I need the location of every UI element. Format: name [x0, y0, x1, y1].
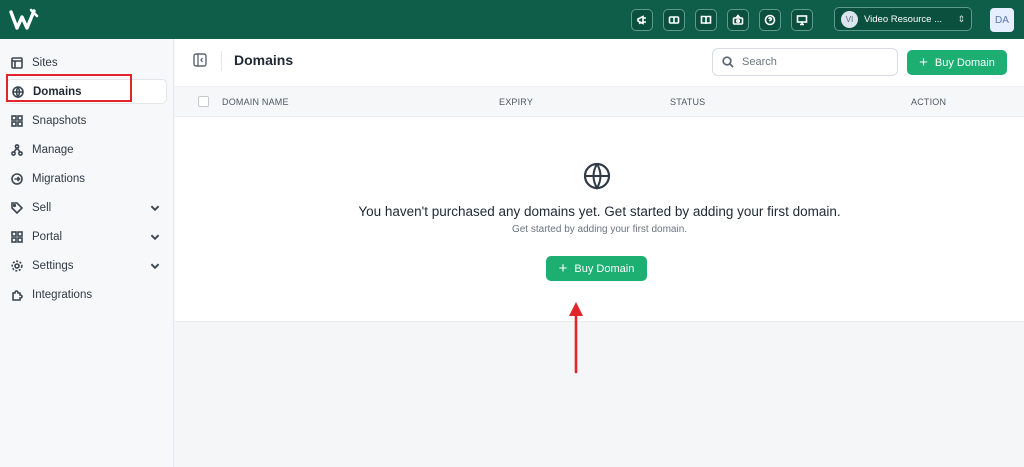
sidebar-item-label: Snapshots	[32, 114, 87, 127]
sidebar-item-label: Settings	[32, 259, 74, 272]
brand-logo[interactable]	[9, 8, 39, 32]
plus-icon: +	[558, 260, 568, 277]
help-icon[interactable]	[759, 9, 781, 31]
page-header: Domains + Buy Domain	[175, 39, 1024, 87]
top-bar: VI Video Resource ... ⇕ DA	[0, 0, 1024, 39]
chevron-down-icon	[150, 263, 160, 270]
megaphone-icon[interactable]	[631, 9, 653, 31]
hierarchy-icon	[11, 143, 23, 156]
sidebar-item-portal[interactable]: Portal	[6, 224, 167, 249]
book-icon[interactable]	[695, 9, 717, 31]
sidebar-item-label: Migrations	[32, 172, 86, 185]
account-switcher[interactable]: VI Video Resource ... ⇕	[834, 7, 972, 31]
sidebar-item-label: Manage	[32, 143, 74, 156]
search-input[interactable]	[742, 56, 882, 68]
table-header: DOMAIN NAME EXPIRY STATUS ACTION	[175, 87, 1024, 117]
grid-icon	[11, 230, 23, 243]
sidebar-item-label: Integrations	[32, 288, 93, 301]
user-avatar[interactable]: DA	[990, 8, 1014, 32]
chevron-updown-icon: ⇕	[957, 13, 965, 24]
globe-icon	[583, 162, 611, 190]
sidebar-item-migrations[interactable]: Migrations	[6, 166, 167, 191]
sidebar-item-label: Sites	[32, 56, 58, 69]
search-icon	[722, 56, 734, 68]
puzzle-icon	[12, 289, 23, 301]
chevron-down-icon	[150, 205, 160, 212]
sidebar-item-integrations[interactable]: Integrations	[6, 282, 167, 307]
account-name: Video Resource ...	[864, 13, 942, 25]
empty-state-subtitle: Get started by adding your first domain.	[511, 224, 688, 235]
grid-icon	[11, 114, 23, 127]
column-header-status[interactable]: STATUS	[670, 97, 705, 107]
buy-domain-label: Buy Domain	[934, 56, 995, 69]
select-all-checkbox[interactable]	[198, 96, 209, 107]
ticket-icon[interactable]	[663, 9, 685, 31]
sidebar: Sites Domains Snapshots Manage Migration…	[0, 39, 174, 467]
layout-icon	[11, 56, 23, 69]
header-divider	[221, 51, 222, 71]
column-header-expiry[interactable]: EXPIRY	[499, 97, 533, 107]
sidebar-item-snapshots[interactable]: Snapshots	[6, 108, 167, 133]
chevron-down-icon	[150, 234, 160, 241]
sidebar-item-label: Portal	[32, 230, 63, 243]
buy-domain-button[interactable]: + Buy Domain	[907, 50, 1007, 75]
plus-icon: +	[919, 54, 928, 71]
annotation-arrow-icon	[569, 302, 583, 374]
search-box[interactable]	[712, 48, 898, 76]
arrow-circle-icon	[11, 172, 23, 185]
presentation-icon[interactable]	[791, 9, 813, 31]
sidebar-item-sell[interactable]: Sell	[6, 195, 167, 220]
column-header-action: ACTION	[911, 97, 947, 107]
sidebar-item-settings[interactable]: Settings	[6, 253, 167, 278]
buy-domain-button-empty-state[interactable]: + Buy Domain	[546, 256, 647, 281]
annotation-highlight-box	[6, 74, 132, 102]
sidebar-item-label: Sell	[32, 201, 52, 214]
gear-icon	[11, 259, 23, 272]
sidebar-item-sites[interactable]: Sites	[6, 50, 167, 75]
empty-state: You haven't purchased any domains yet. G…	[175, 117, 1024, 322]
sidebar-collapse-icon[interactable]	[193, 53, 207, 67]
video-camera-icon[interactable]	[727, 9, 749, 31]
sidebar-item-manage[interactable]: Manage	[6, 137, 167, 162]
tag-icon	[11, 201, 23, 214]
empty-state-title: You haven't purchased any domains yet. G…	[358, 204, 841, 219]
account-avatar: VI	[841, 10, 858, 28]
buy-domain-label: Buy Domain	[574, 262, 635, 275]
column-header-domain-name[interactable]: DOMAIN NAME	[222, 97, 289, 107]
page-title: Domains	[234, 52, 294, 68]
